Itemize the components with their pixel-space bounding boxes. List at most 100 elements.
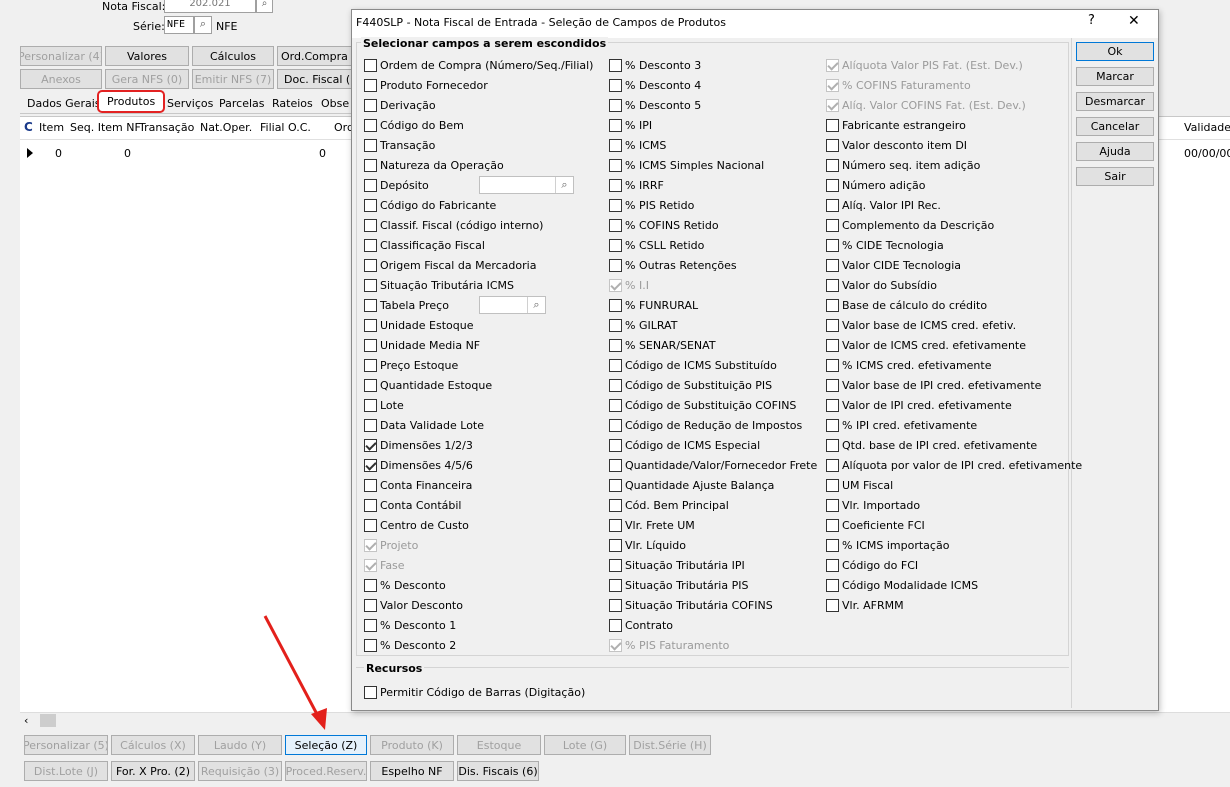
checkbox-col2-26[interactable]: Situação Tributária PIS <box>609 577 748 593</box>
checkbox-col2-21[interactable]: Quantidade Ajuste Balança <box>609 477 774 493</box>
tab-dados-gerais[interactable]: Dados Gerais <box>23 94 105 113</box>
checkbox-box[interactable] <box>364 258 377 272</box>
checkbox-col1-0[interactable]: Ordem de Compra (Número/Seq./Filial) <box>364 57 593 73</box>
checkbox-col1-4[interactable]: Transação <box>364 137 435 153</box>
espelho-nf-button[interactable]: Espelho NF <box>370 761 454 781</box>
checkbox-box[interactable] <box>826 198 839 212</box>
checkbox-col3-6[interactable]: Número adição <box>826 177 926 193</box>
checkbox-box[interactable] <box>609 418 622 432</box>
tab-rateios[interactable]: Rateios <box>268 94 317 113</box>
checkbox-box[interactable] <box>826 158 839 172</box>
for-x-pro-button[interactable]: For. X Pro. (2) <box>111 761 195 781</box>
checkbox-col1-21[interactable]: Conta Financeira <box>364 477 472 493</box>
deposito-search-icon[interactable]: ⌕ <box>555 177 573 193</box>
dialog-help-button[interactable]: ? <box>1088 13 1095 28</box>
checkbox-box[interactable] <box>609 238 622 252</box>
checkbox-box[interactable] <box>826 478 839 492</box>
grid-header-item[interactable]: Item <box>39 121 64 134</box>
checkbox-box[interactable] <box>609 198 622 212</box>
checkbox-box[interactable] <box>609 298 622 312</box>
checkbox-col1-10[interactable]: Origem Fiscal da Mercadoria <box>364 257 536 273</box>
checkbox-col2-12[interactable]: % FUNRURAL <box>609 297 698 313</box>
checkbox-col2-14[interactable]: % SENAR/SENAT <box>609 337 716 353</box>
checkbox-box[interactable] <box>609 218 622 232</box>
checkbox-col1-29[interactable]: % Desconto 2 <box>364 637 456 653</box>
checkbox-col3-22[interactable]: Vlr. Importado <box>826 497 920 513</box>
checkbox-col1-17[interactable]: Lote <box>364 397 404 413</box>
checkbox-box[interactable] <box>826 518 839 532</box>
checkbox-box[interactable] <box>364 418 377 432</box>
checkbox-col2-2[interactable]: % Desconto 5 <box>609 97 701 113</box>
checkbox-box[interactable] <box>826 538 839 552</box>
grid-header-validade[interactable]: Validade <box>1184 121 1230 134</box>
tab-observacoes[interactable]: Obse <box>317 94 353 113</box>
checkbox-box[interactable] <box>609 538 622 552</box>
grid-header-natoper[interactable]: Nat.Oper. <box>200 121 252 134</box>
desmarcar-button[interactable]: Desmarcar <box>1076 92 1154 111</box>
checkbox-box[interactable] <box>609 78 622 92</box>
checkbox-box[interactable] <box>364 378 377 392</box>
checkbox-col2-15[interactable]: Código de ICMS Substituído <box>609 357 777 373</box>
checkbox-col2-9[interactable]: % CSLL Retido <box>609 237 704 253</box>
checkbox-col2-25[interactable]: Situação Tributária IPI <box>609 557 745 573</box>
checkbox-box[interactable] <box>364 498 377 512</box>
requisicao-button[interactable]: Requisição (3) <box>198 761 282 781</box>
checkbox-box[interactable] <box>609 158 622 172</box>
checkbox-box[interactable] <box>609 458 622 472</box>
checkbox-col2-24[interactable]: Vlr. Líquido <box>609 537 686 553</box>
checkbox-box[interactable] <box>364 278 377 292</box>
checkbox-box[interactable] <box>609 338 622 352</box>
deposito-lookup-field[interactable]: ⌕ <box>479 176 574 194</box>
checkbox-col2-10[interactable]: % Outras Retenções <box>609 257 737 273</box>
checkbox-col3-15[interactable]: % ICMS cred. efetivamente <box>826 357 991 373</box>
scroll-left-icon[interactable]: ‹ <box>24 714 28 727</box>
ok-button[interactable]: Ok <box>1076 42 1154 61</box>
checkbox-box[interactable] <box>826 398 839 412</box>
tab-produtos[interactable]: Produtos <box>97 90 166 113</box>
checkbox-col2-5[interactable]: % ICMS Simples Nacional <box>609 157 764 173</box>
checkbox-col3-26[interactable]: Código Modalidade ICMS <box>826 577 978 593</box>
checkbox-col1-13[interactable]: Unidade Estoque <box>364 317 474 333</box>
checkbox-box[interactable] <box>609 118 622 132</box>
ajuda-button[interactable]: Ajuda <box>1076 142 1154 161</box>
horizontal-scrollbar[interactable] <box>20 712 1230 729</box>
lote-button[interactable]: Lote (G) <box>544 735 626 755</box>
dialog-close-button[interactable]: ✕ <box>1128 13 1140 29</box>
checkbox-col2-4[interactable]: % ICMS <box>609 137 666 153</box>
checkbox-col1-19[interactable]: Dimensões 1/2/3 <box>364 437 473 453</box>
checkbox-col2-23[interactable]: Vlr. Frete UM <box>609 517 695 533</box>
serie-search-icon[interactable]: ⌕ <box>194 16 212 34</box>
checkbox-col3-10[interactable]: Valor CIDE Tecnologia <box>826 257 961 273</box>
checkbox-col3-20[interactable]: Alíquota por valor de IPI cred. efetivam… <box>826 457 1082 473</box>
grid-header-transacao[interactable]: Transação <box>139 121 194 134</box>
checkbox-col1-5[interactable]: Natureza da Operação <box>364 157 504 173</box>
checkbox-box[interactable] <box>826 338 839 352</box>
checkbox-box[interactable] <box>609 98 622 112</box>
checkbox-col2-19[interactable]: Código de ICMS Especial <box>609 437 760 453</box>
nota-fiscal-search-icon[interactable]: ⌕ <box>256 0 273 13</box>
dist-lote-button[interactable]: Dist.Lote (J) <box>24 761 108 781</box>
cancelar-button[interactable]: Cancelar <box>1076 117 1154 136</box>
checkbox-box[interactable] <box>826 318 839 332</box>
grid-header-filial[interactable]: Filial O.C. <box>260 121 311 134</box>
personalizar-top-button[interactable]: Personalizar (4) <box>20 46 102 66</box>
checkbox-box[interactable] <box>364 178 377 192</box>
checkbox-box[interactable] <box>826 578 839 592</box>
checkbox-col1-28[interactable]: % Desconto 1 <box>364 617 456 633</box>
checkbox-col2-6[interactable]: % IRRF <box>609 177 664 193</box>
checkbox-box[interactable] <box>609 178 622 192</box>
checkbox-box[interactable] <box>364 198 377 212</box>
checkbox-col3-13[interactable]: Valor base de ICMS cred. efetiv. <box>826 317 1016 333</box>
checkbox-col1-18[interactable]: Data Validade Lote <box>364 417 484 433</box>
checkbox-box[interactable] <box>364 158 377 172</box>
checkbox-box[interactable] <box>364 98 377 112</box>
checkbox-col1-12[interactable]: Tabela Preço <box>364 297 449 313</box>
checkbox-box[interactable] <box>364 518 377 532</box>
checkbox-col1-22[interactable]: Conta Contábil <box>364 497 461 513</box>
checkbox-box[interactable] <box>826 118 839 132</box>
checkbox-col2-16[interactable]: Código de Substituição PIS <box>609 377 772 393</box>
checkbox-box[interactable] <box>364 238 377 252</box>
checkbox-box[interactable] <box>609 598 622 612</box>
checkbox-box[interactable] <box>364 218 377 232</box>
grid-cell-filial[interactable]: 0 <box>319 147 326 160</box>
